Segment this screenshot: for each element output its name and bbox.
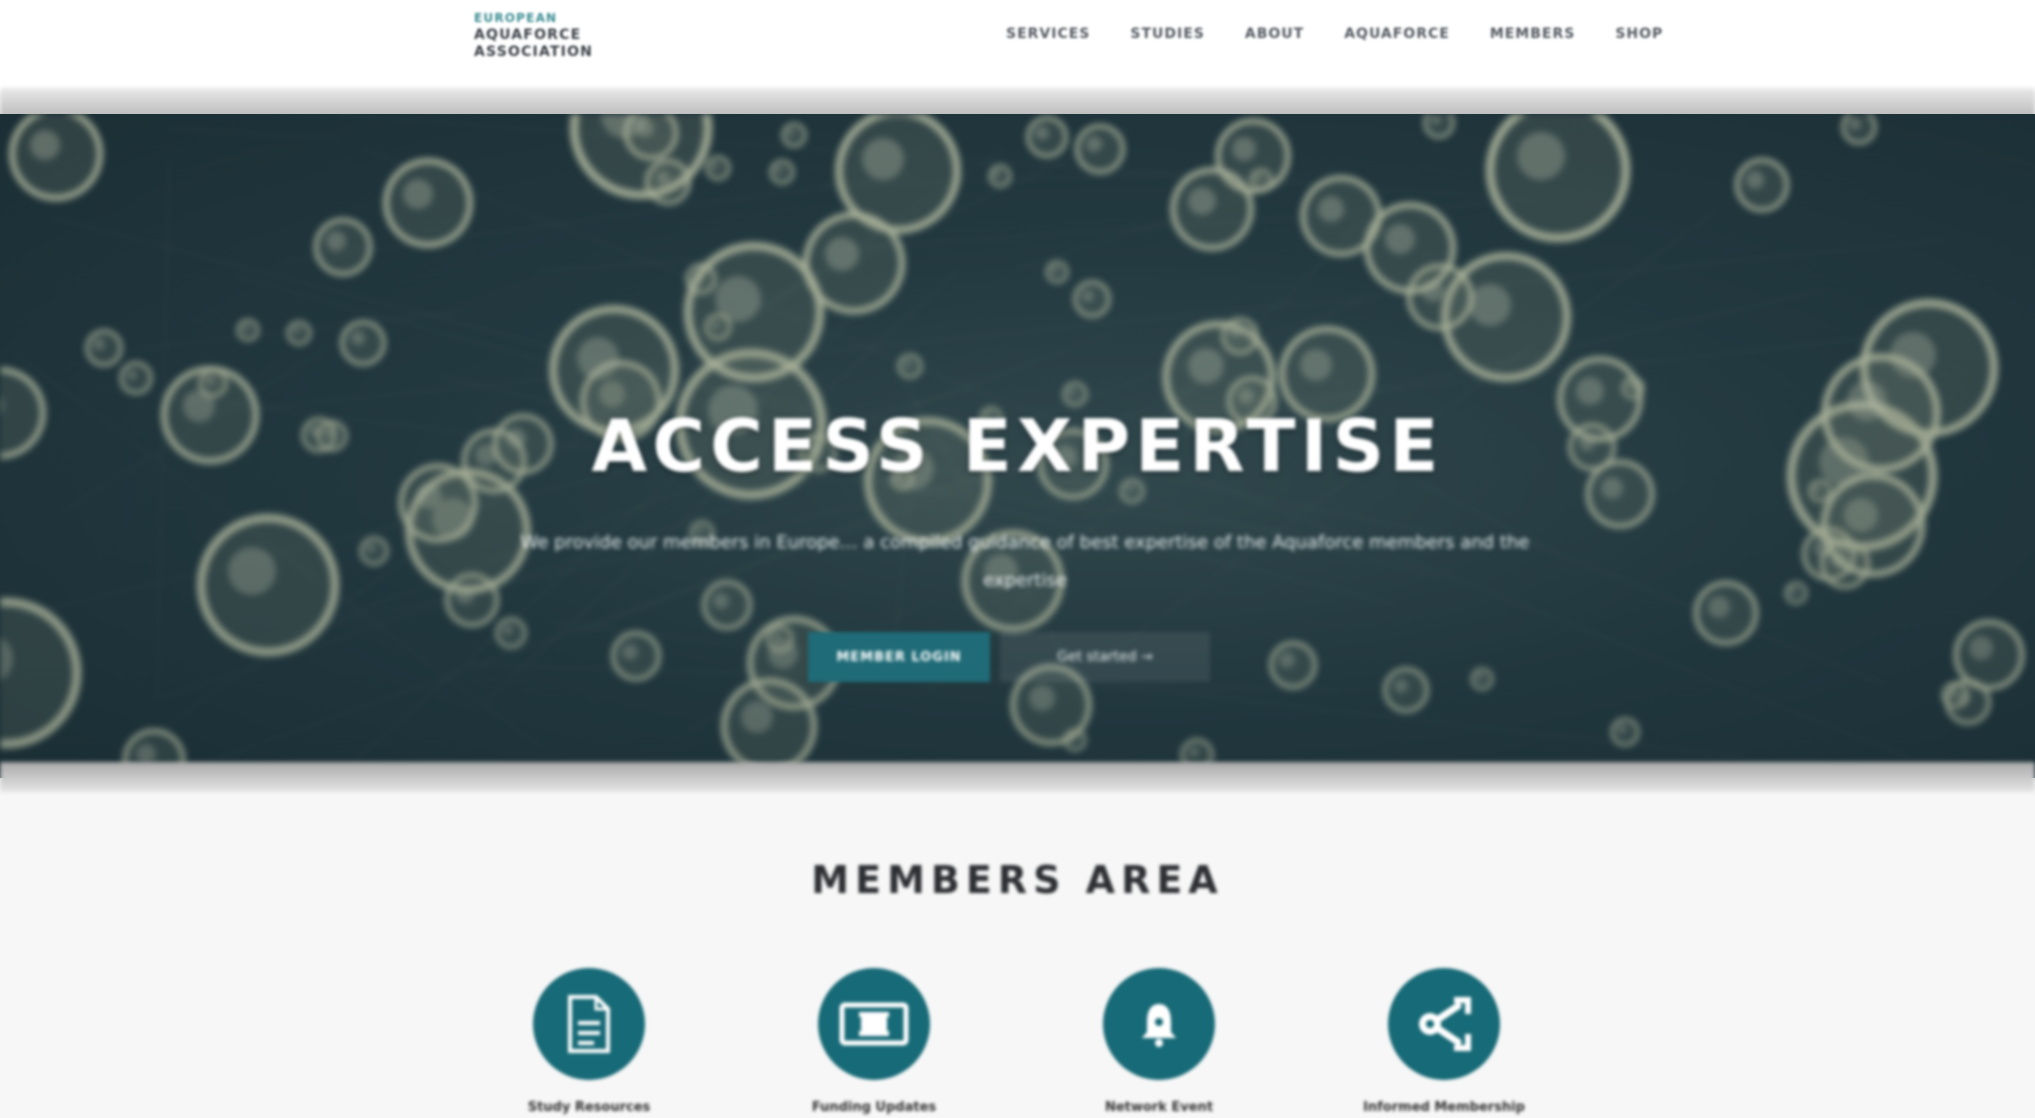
feature-funding-updates[interactable]: Funding Updates [763,968,983,1118]
document-icon[interactable] [533,968,645,1080]
feature-label: Funding Updates [811,1100,937,1115]
feature-label: Study Resources [527,1100,651,1115]
ticket-icon[interactable] [818,968,930,1080]
hero-subtitle: We provide our members in Europe… a comp… [520,532,1530,591]
feature-label: Informed Membership [1363,1100,1525,1115]
logo-line-3: ASSOCIATION [474,44,594,60]
hero-section: ACCESS EXPERTISE We provide our members … [0,114,2035,778]
nav-members[interactable]: MEMBERS [1490,26,1576,42]
site-logo[interactable]: EUROPEAN AQUAFORCE ASSOCIATION [474,10,644,78]
main-nav: SERVICES STUDIES ABOUT AQUAFORCE MEMBERS… [1006,26,1703,42]
network-icon[interactable] [1388,968,1500,1080]
hero-bottom-band [0,762,2035,792]
members-area-title: MEMBERS AREA [811,858,1224,902]
get-started-button[interactable]: Get started → [1000,632,1210,682]
site-header: EUROPEAN AQUAFORCE ASSOCIATION SERVICES … [0,0,2035,92]
logo-line-1: EUROPEAN [474,11,558,25]
feature-label: Network Event [1104,1100,1214,1115]
feature-network-event[interactable]: Network Event [1048,968,1268,1118]
logo-line-2: AQUAFORCE [474,27,582,43]
nav-studies[interactable]: STUDIES [1130,26,1204,42]
nav-services[interactable]: SERVICES [1006,26,1090,42]
bell-icon[interactable] [1103,968,1215,1080]
nav-shop[interactable]: SHOP [1615,26,1663,42]
feature-informed-membership[interactable]: Informed Membership [1333,968,1553,1118]
nav-aquaforce[interactable]: AQUAFORCE [1344,26,1450,42]
nav-about[interactable]: ABOUT [1245,26,1304,42]
member-login-button[interactable]: MEMBER LOGIN [808,632,990,682]
hero-title: ACCESS EXPERTISE [591,404,1444,488]
feature-study-resources[interactable]: Study Resources [478,968,698,1118]
